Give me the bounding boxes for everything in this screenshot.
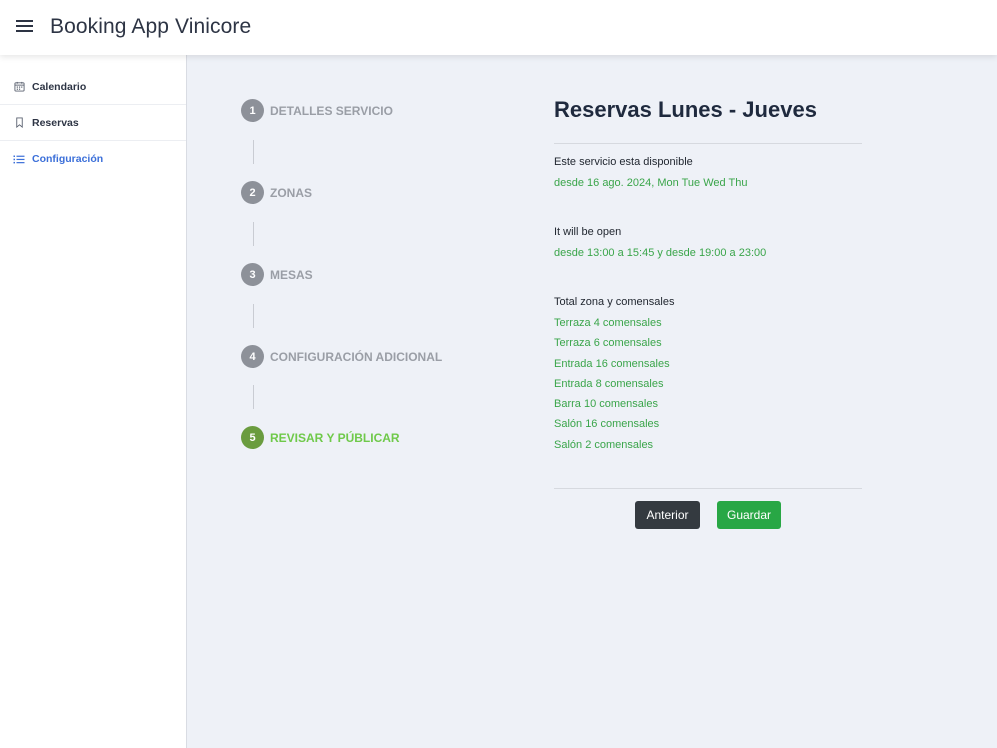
- sidebar-item-configuracion[interactable]: Configuración: [0, 141, 186, 177]
- sidebar: Calendario Reservas Configuración: [0, 55, 187, 748]
- save-button[interactable]: Guardar: [717, 501, 781, 529]
- step-number: 1: [241, 99, 264, 122]
- step-connector: [253, 140, 254, 164]
- sidebar-item-calendario[interactable]: Calendario: [0, 69, 186, 105]
- hamburger-menu-icon[interactable]: [16, 20, 34, 34]
- step-label: CONFIGURACIÓN ADICIONAL: [270, 349, 443, 364]
- zone-item: Entrada 16 comensales: [554, 357, 670, 370]
- step-label: REVISAR Y PÚBLICAR: [270, 430, 400, 445]
- calendar-icon: [13, 81, 25, 93]
- availability-label: Este servicio esta disponible: [554, 156, 693, 168]
- zone-item: Terraza 4 comensales: [554, 317, 662, 329]
- step-revisar-y-publicar[interactable]: 5 REVISAR Y PÚBLICAR: [241, 426, 400, 449]
- app-header: Booking App Vinicore: [0, 0, 997, 55]
- sidebar-item-label: Calendario: [32, 80, 87, 93]
- zone-item: Entrada 8 comensales: [554, 377, 664, 390]
- divider: [554, 488, 862, 489]
- open-hours-value: desde 13:00 a 15:45 y desde 19:00 a 23:0…: [554, 247, 767, 259]
- divider: [554, 143, 862, 144]
- sidebar-item-label: Configuración: [32, 153, 104, 165]
- page-title: Reservas Lunes - Jueves: [554, 97, 817, 122]
- step-number: 2: [241, 181, 264, 204]
- bookmark-icon: [13, 117, 25, 129]
- step-configuracion-adicional[interactable]: 4 CONFIGURACIÓN ADICIONAL: [241, 345, 442, 368]
- open-label: It will be open: [554, 226, 622, 238]
- zone-item: Barra 10 comensales: [554, 398, 658, 411]
- step-number: 5: [241, 426, 264, 449]
- step-number: 3: [241, 263, 264, 286]
- step-label: DETALLES SERVICIO: [270, 103, 393, 118]
- step-number: 4: [241, 345, 264, 368]
- zone-item: Salón 16 comensales: [554, 418, 660, 431]
- main-content: 1 DETALLES SERVICIO 2 ZONAS 3 MESAS 4 CO…: [188, 55, 997, 748]
- sidebar-item-reservas[interactable]: Reservas: [0, 105, 186, 141]
- availability-value: desde 16 ago. 2024, Mon Tue Wed Thu: [554, 177, 748, 189]
- step-zonas[interactable]: 2 ZONAS: [241, 181, 312, 204]
- step-detalles-servicio[interactable]: 1 DETALLES SERVICIO: [241, 99, 393, 122]
- step-connector: [253, 385, 254, 409]
- zones-label: Total zona y comensales: [554, 296, 675, 308]
- step-mesas[interactable]: 3 MESAS: [241, 263, 313, 286]
- sidebar-item-label: Reservas: [32, 116, 79, 129]
- previous-button[interactable]: Anterior: [635, 501, 700, 529]
- step-label: ZONAS: [270, 185, 312, 200]
- zone-list: Terraza 4 comensales Terraza 6 comensale…: [554, 317, 670, 459]
- step-connector: [253, 304, 254, 328]
- zone-item: Salón 2 comensales: [554, 438, 654, 451]
- app-title: Booking App Vinicore: [50, 15, 252, 38]
- step-connector: [253, 222, 254, 246]
- list-icon: [13, 153, 25, 165]
- step-label: MESAS: [270, 267, 313, 282]
- zone-item: Terraza 6 comensales: [554, 337, 662, 350]
